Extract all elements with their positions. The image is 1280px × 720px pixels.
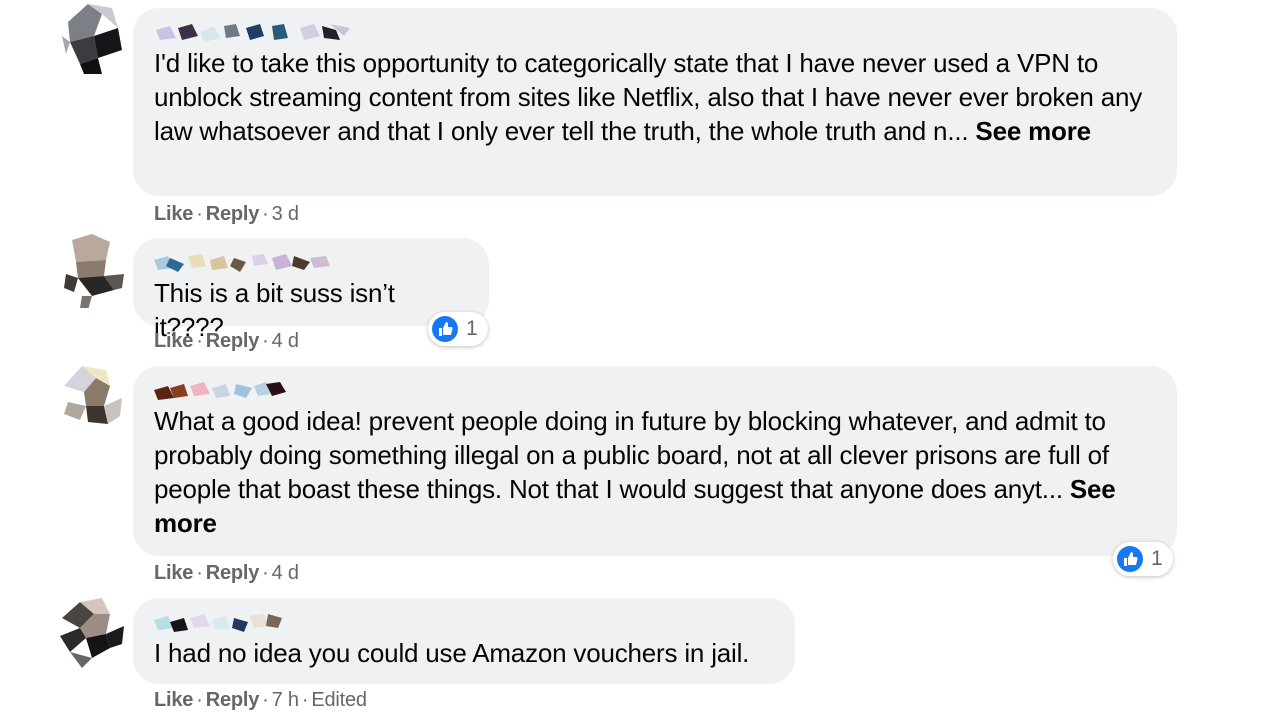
avatar[interactable]	[58, 2, 126, 76]
comment-text: What a good idea! prevent people doing i…	[154, 404, 1157, 540]
comment-bubble: This is a bit suss isn’t it????	[133, 238, 489, 342]
timestamp[interactable]: 4 d	[272, 562, 299, 584]
reply-button[interactable]: Reply	[206, 562, 260, 584]
timestamp[interactable]: 4 d	[272, 330, 299, 352]
author-name[interactable]	[154, 252, 334, 274]
author-name[interactable]	[154, 22, 354, 44]
avatar[interactable]	[58, 596, 126, 670]
comment-bubble: I'd like to take this opportunity to cat…	[133, 8, 1177, 196]
thumbs-up-icon	[432, 316, 458, 342]
reaction-badge[interactable]: 1	[428, 312, 488, 346]
like-button[interactable]: Like	[154, 562, 193, 584]
avatar[interactable]	[58, 234, 126, 308]
author-name[interactable]	[154, 612, 304, 634]
author-name[interactable]	[154, 380, 294, 402]
comment-actions: Like · Reply · 4 d	[154, 562, 299, 584]
like-button[interactable]: Like	[154, 203, 193, 225]
timestamp[interactable]: 3 d	[272, 203, 299, 225]
comment-bubble: What a good idea! prevent people doing i…	[133, 366, 1177, 556]
comment-actions: Like · Reply · 3 d	[154, 203, 299, 225]
comment-body: What a good idea! prevent people doing i…	[154, 406, 1109, 504]
see-more-link[interactable]: See more	[975, 116, 1091, 146]
edited-label: Edited	[311, 689, 367, 711]
like-button[interactable]: Like	[154, 689, 193, 711]
reaction-badge[interactable]: 1	[1113, 542, 1173, 576]
reply-button[interactable]: Reply	[206, 689, 260, 711]
thumbs-up-icon	[1117, 546, 1143, 572]
like-button[interactable]: Like	[154, 330, 193, 352]
comment-text: I'd like to take this opportunity to cat…	[154, 46, 1157, 148]
comment-text: I had no idea you could use Amazon vouch…	[154, 638, 750, 668]
comment-actions: Like · Reply · 4 d	[154, 330, 299, 352]
reply-button[interactable]: Reply	[206, 330, 260, 352]
reaction-count: 1	[1151, 547, 1163, 570]
reaction-count: 1	[466, 317, 478, 340]
comment-bubble: I had no idea you could use Amazon vouch…	[133, 598, 795, 684]
avatar[interactable]	[58, 362, 126, 436]
timestamp[interactable]: 7 h	[272, 689, 299, 711]
comment-actions: Like · Reply · 7 h · Edited	[154, 689, 367, 711]
reply-button[interactable]: Reply	[206, 203, 260, 225]
